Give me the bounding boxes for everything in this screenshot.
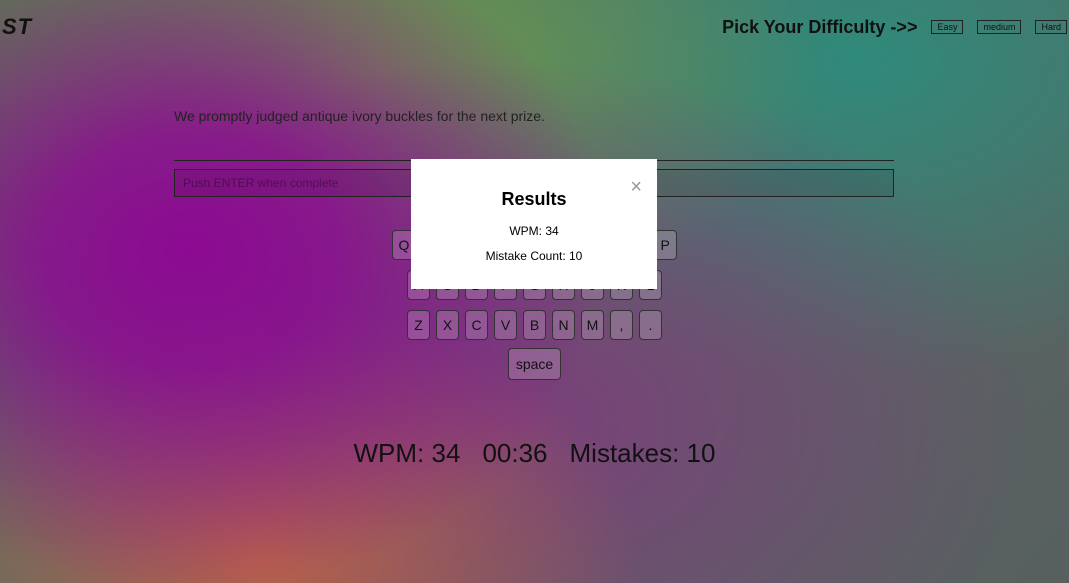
difficulty-label: Pick Your Difficulty ->> bbox=[722, 16, 918, 37]
keyboard-key[interactable]: M bbox=[581, 310, 604, 340]
difficulty-hard-button[interactable]: Hard bbox=[1035, 20, 1067, 34]
mistakes-stat: Mistakes: 10 bbox=[569, 438, 716, 468]
results-mistake-count: Mistake Count: 10 bbox=[485, 249, 583, 263]
difficulty-selector: Pick Your Difficulty ->> Easy medium Har… bbox=[722, 16, 1069, 38]
difficulty-easy-button[interactable]: Easy bbox=[931, 20, 964, 34]
keyboard-key[interactable]: B bbox=[523, 310, 546, 340]
prompt-text: We promptly judged antique ivory buckles… bbox=[174, 108, 545, 124]
keyboard-key[interactable]: X bbox=[436, 310, 459, 340]
keyboard-row-3: ZXCVBNM,. bbox=[0, 310, 1069, 340]
stats-bar: WPM: 34 00:36 Mistakes: 10 bbox=[0, 438, 1069, 469]
app-logo: ST bbox=[2, 14, 33, 39]
keyboard-key[interactable]: V bbox=[494, 310, 517, 340]
wpm-stat: WPM: 34 bbox=[353, 438, 461, 468]
keyboard-key[interactable]: Z bbox=[407, 310, 430, 340]
key-space[interactable]: space bbox=[507, 348, 562, 380]
results-modal: × Results WPM: 34 Mistake Count: 10 bbox=[411, 159, 657, 289]
keyboard-key[interactable]: N bbox=[552, 310, 575, 340]
difficulty-medium-button[interactable]: medium bbox=[977, 20, 1022, 34]
keyboard-key[interactable]: P bbox=[653, 230, 677, 260]
keyboard-key[interactable]: C bbox=[465, 310, 488, 340]
results-wpm: WPM: 34 bbox=[509, 224, 559, 238]
keyboard-key[interactable]: , bbox=[610, 310, 633, 340]
results-title: Results bbox=[501, 189, 567, 209]
keyboard-key[interactable]: . bbox=[639, 310, 662, 340]
keyboard-row-space: space bbox=[0, 348, 1069, 380]
timer-stat: 00:36 bbox=[482, 438, 548, 468]
